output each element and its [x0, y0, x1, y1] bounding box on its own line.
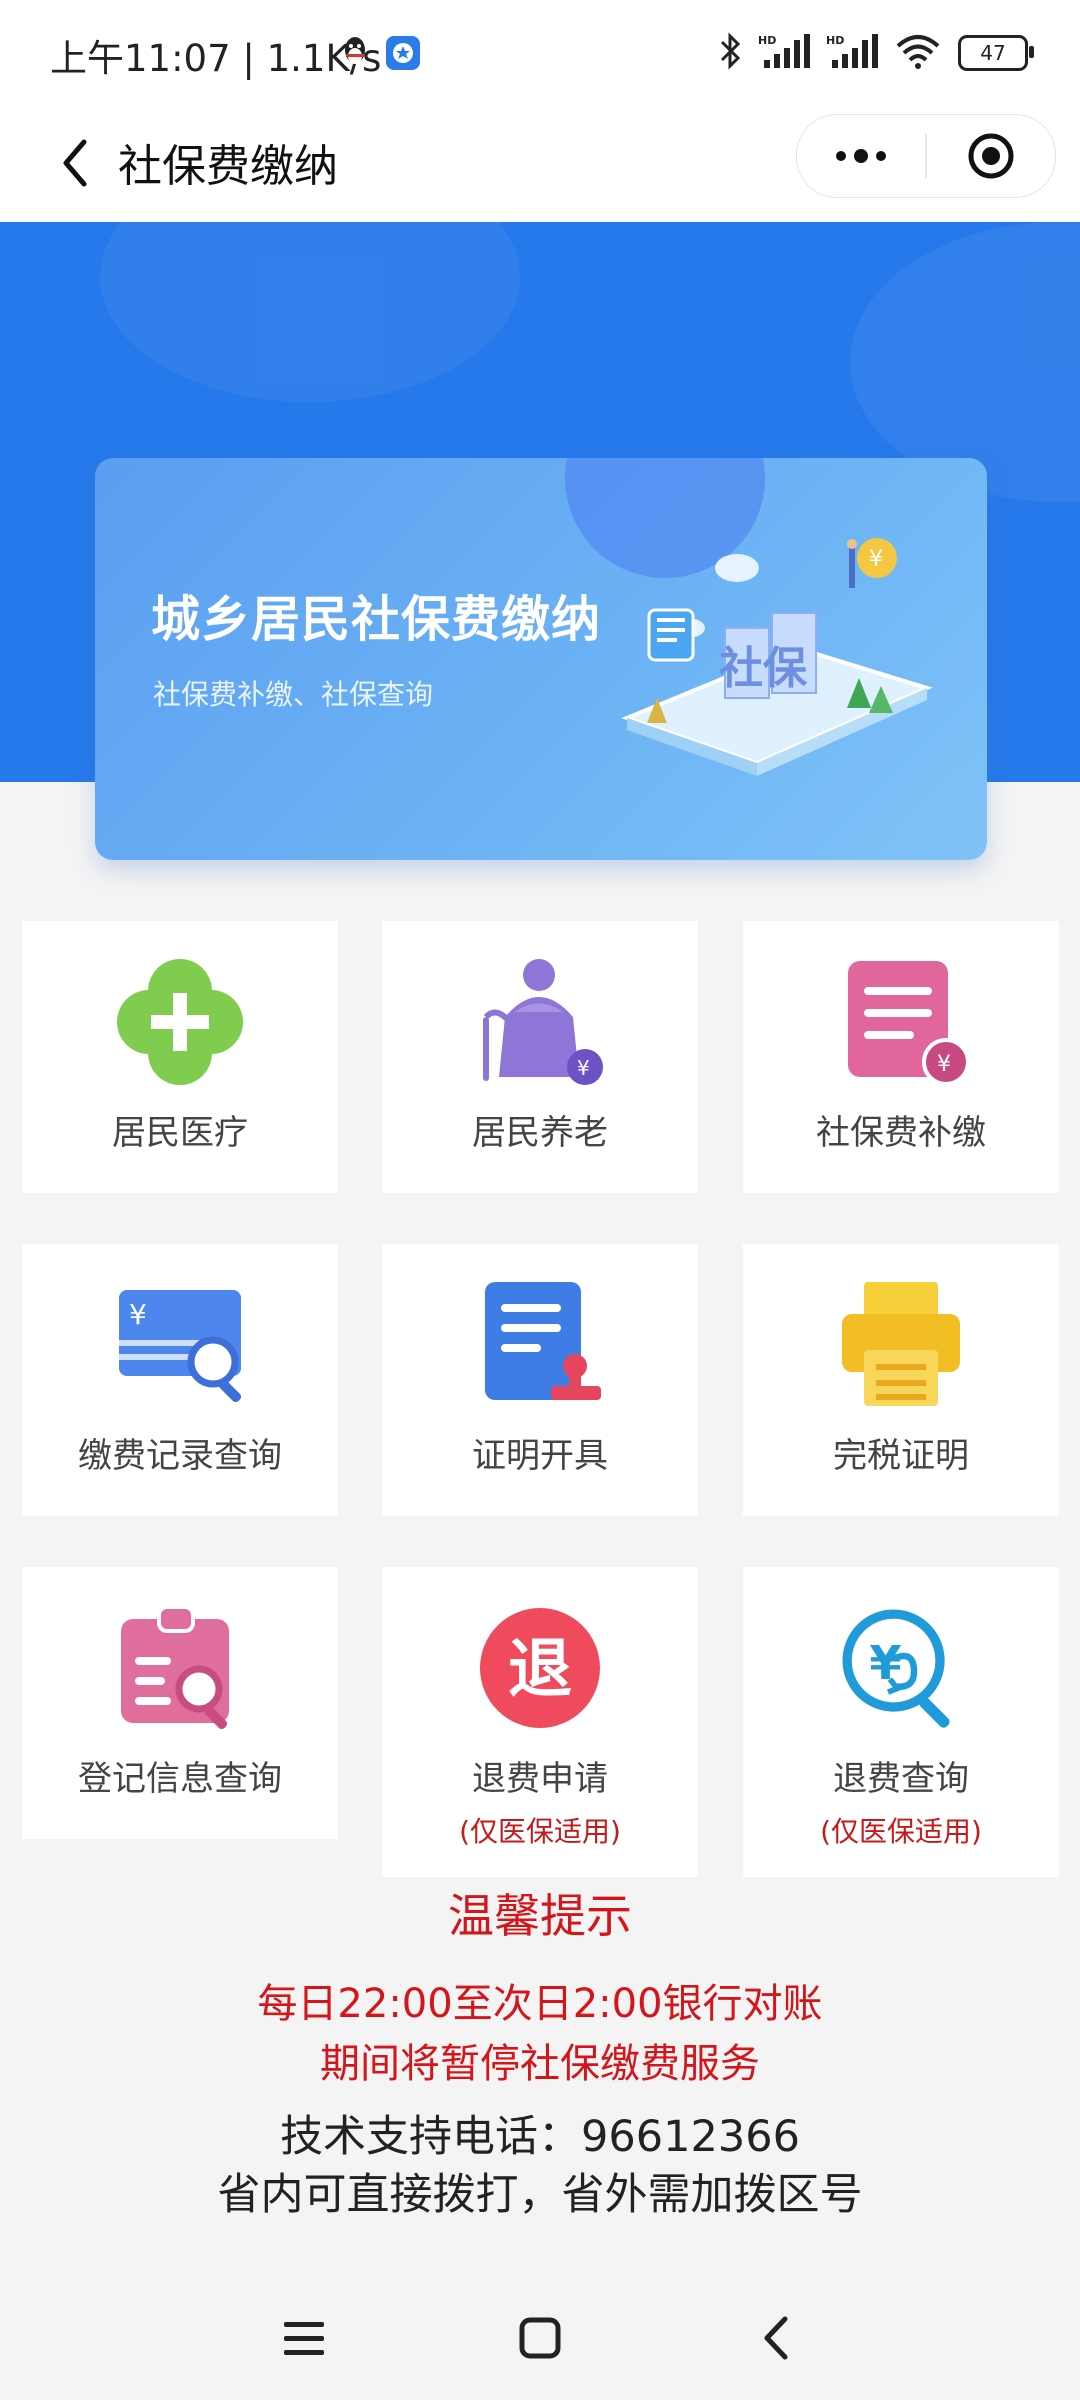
elderly-person-icon: ¥ — [475, 957, 605, 1087]
status-time: 上午11:07 | 1.1K/s — [50, 37, 382, 80]
medical-cross-icon — [115, 957, 245, 1087]
wifi-icon — [894, 32, 942, 74]
page-title: 社保费缴纳 — [118, 141, 338, 192]
tile-label: 社保费补缴 — [816, 1113, 986, 1153]
nav-bar: 社保费缴纳 — [0, 106, 1080, 222]
menu-button[interactable] — [274, 2308, 334, 2368]
tile-label: 证明开具 — [472, 1436, 608, 1476]
tile-refund-query[interactable]: ¥ 退费查询 (仅医保适用) — [743, 1567, 1059, 1877]
social-security-illustration: 社保 ¥ — [621, 538, 933, 776]
svg-text:¥: ¥ — [869, 1636, 901, 1690]
tile-label: 退费查询 — [833, 1759, 969, 1799]
svg-text:¥: ¥ — [869, 547, 883, 572]
banner-title: 城乡居民社保费缴纳 — [151, 591, 602, 648]
support-phone[interactable]: 技术支持电话：96612366 — [0, 2108, 1080, 2166]
tile-label: 登记信息查询 — [78, 1759, 282, 1799]
clipboard-search-icon — [115, 1603, 245, 1733]
more-dots-icon — [836, 149, 886, 163]
back-button[interactable] — [40, 128, 110, 198]
tile-resident-medical[interactable]: 居民医疗 — [22, 921, 338, 1193]
tile-payment-record-query[interactable]: ¥ 缴费记录查询 — [22, 1244, 338, 1516]
notice-line: 每日22:00至次日2:00银行对账 — [257, 1981, 823, 2027]
status-bar: 上午11:07 | 1.1K/s HD HD 47 — [0, 0, 1080, 106]
banner-art-text: 社保 — [719, 643, 808, 694]
document-yuan-icon: ¥ — [836, 957, 966, 1087]
banner[interactable]: 城乡居民社保费缴纳 社保费补缴、社保查询 社保 ¥ — [95, 458, 987, 860]
tile-label: 缴费记录查询 — [78, 1436, 282, 1476]
system-nav-bar — [0, 2270, 1080, 2400]
card-search-icon: ¥ — [115, 1280, 245, 1410]
status-icons: HD HD 47 — [718, 28, 1034, 78]
tile-label: 居民养老 — [472, 1113, 608, 1153]
refund-icon: 退 — [475, 1603, 605, 1733]
qq-icon — [340, 34, 370, 76]
notice-line: 期间将暂停社保缴费服务 — [320, 2041, 760, 2087]
tile-label: 完税证明 — [833, 1436, 969, 1476]
notice-support: 技术支持电话：96612366 省内可直接拨打，省外需加拨区号 — [0, 2108, 1080, 2224]
target-circle-icon — [968, 133, 1014, 179]
tile-note: (仅医保适用) — [820, 1815, 982, 1848]
app-badge-icon — [384, 34, 422, 76]
notice-maintenance: 每日22:00至次日2:00银行对账 期间将暂停社保缴费服务 — [0, 1974, 1080, 2094]
refund-search-icon: ¥ — [836, 1603, 966, 1733]
svg-text:HD: HD — [758, 34, 776, 47]
notice-title: 温馨提示 — [448, 1889, 632, 1943]
home-button[interactable] — [510, 2308, 570, 2368]
more-button[interactable] — [797, 115, 925, 197]
support-note: 省内可直接拨打，省外需加拨区号 — [217, 2170, 863, 2220]
chevron-left-icon — [63, 139, 87, 187]
svg-text:¥: ¥ — [937, 1052, 951, 1077]
svg-text:¥: ¥ — [129, 1298, 147, 1331]
battery-icon: 47 — [958, 35, 1034, 71]
tile-tax-certificate[interactable]: 完税证明 — [743, 1244, 1059, 1516]
tile-label: 居民医疗 — [112, 1113, 248, 1153]
printer-icon — [836, 1280, 966, 1410]
document-stamp-icon — [475, 1280, 605, 1410]
miniapp-capsule — [796, 114, 1056, 198]
banner-subtitle: 社保费补缴、社保查询 — [153, 678, 434, 711]
chevron-left-icon — [764, 2316, 788, 2360]
svg-text:¥: ¥ — [577, 1056, 590, 1080]
close-miniapp-button[interactable] — [927, 115, 1055, 197]
tile-certificate-issue[interactable]: 证明开具 — [382, 1244, 698, 1516]
system-back-button[interactable] — [746, 2308, 806, 2368]
bluetooth-icon — [718, 32, 742, 74]
square-home-icon — [519, 2317, 561, 2359]
hamburger-icon — [284, 2322, 324, 2355]
tile-resident-pension[interactable]: ¥ 居民养老 — [382, 921, 698, 1193]
tile-registration-query[interactable]: 登记信息查询 — [22, 1567, 338, 1839]
signal-icon-2: HD — [826, 32, 878, 74]
signal-icon: HD — [758, 32, 810, 74]
notice-section: 温馨提示 每日22:00至次日2:00银行对账 期间将暂停社保缴费服务 技术支持… — [0, 1880, 1080, 2224]
tile-note: (仅医保适用) — [459, 1815, 621, 1848]
tile-refund-apply[interactable]: 退 退费申请 (仅医保适用) — [382, 1567, 698, 1877]
tile-social-insurance-supplement[interactable]: ¥ 社保费补缴 — [743, 921, 1059, 1193]
refund-glyph: 退 — [508, 1633, 572, 1707]
svg-text:HD: HD — [826, 34, 844, 47]
tile-label: 退费申请 — [472, 1759, 608, 1799]
